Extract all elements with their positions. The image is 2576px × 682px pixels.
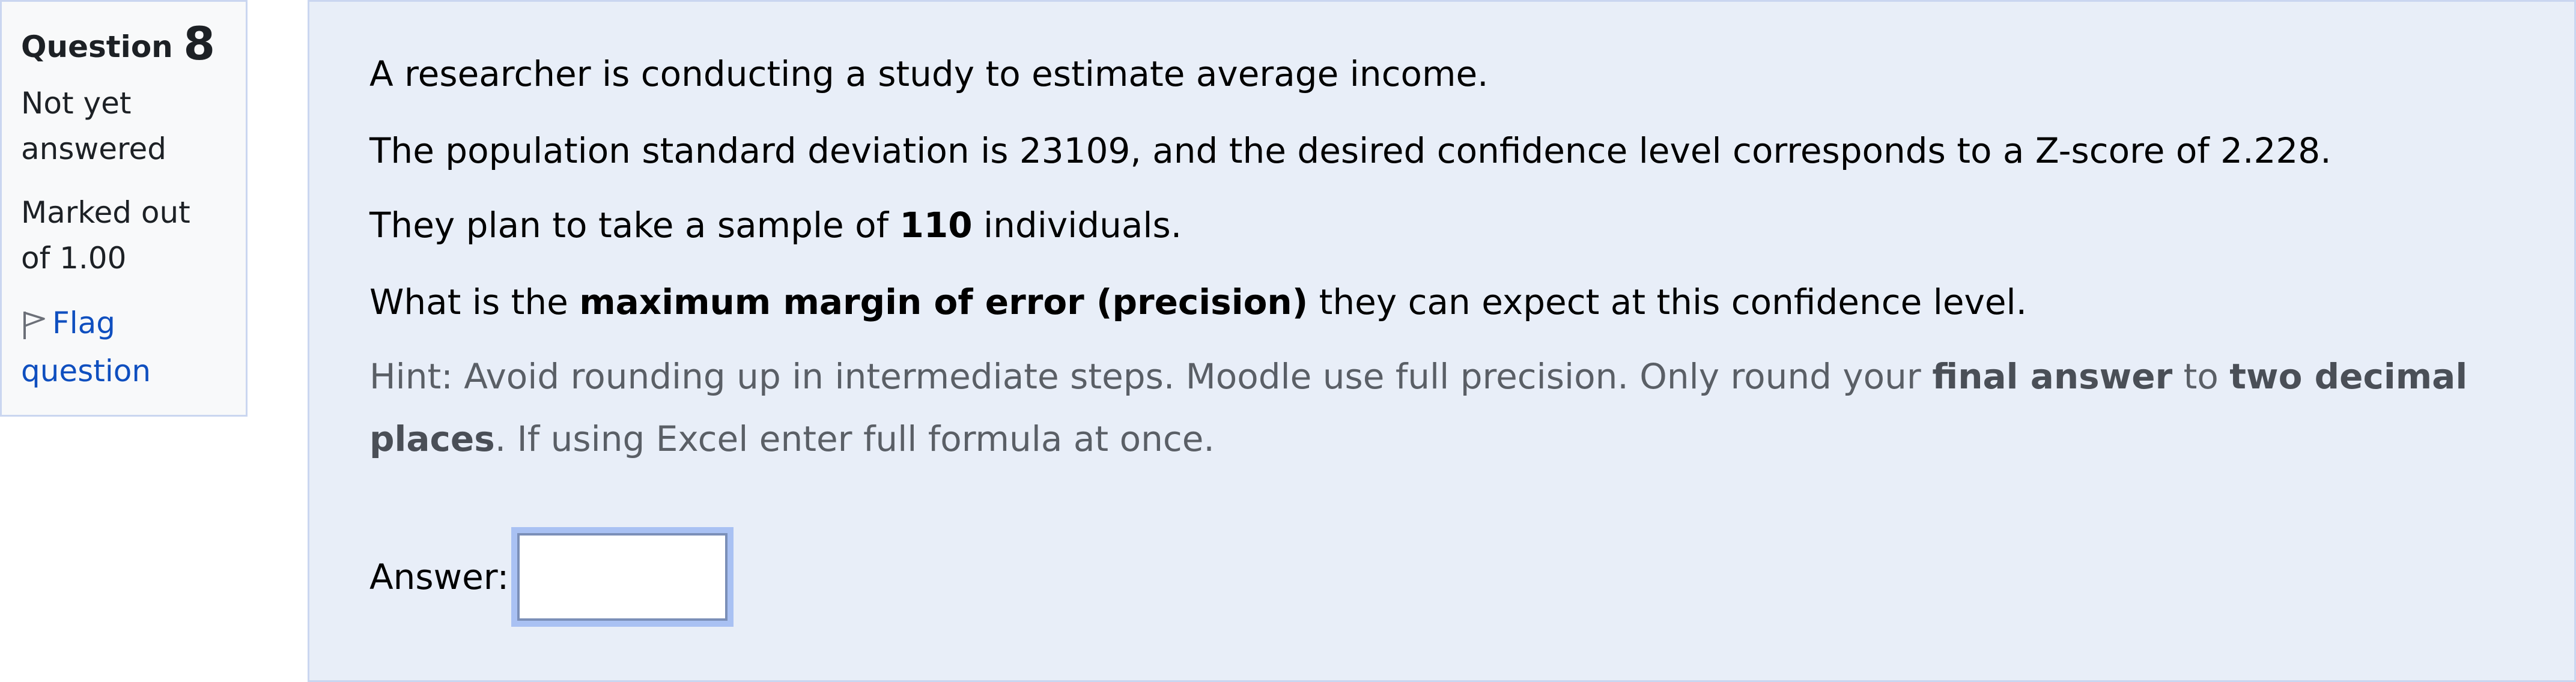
hint-mid: to <box>2172 356 2230 397</box>
ask-text-post: they can expect at this confidence level… <box>1308 282 2028 322</box>
question-grade: Marked out of 1.00 <box>21 195 190 276</box>
question-label: Question <box>21 29 173 64</box>
question-state: Not yet answered <box>21 86 166 166</box>
question-text-line-3: They plan to take a sample of 110 indivi… <box>369 195 2574 255</box>
hint-pre: Hint: Avoid rounding up in intermediate … <box>369 356 1933 397</box>
flag-question-link[interactable]: Flag question <box>21 299 226 395</box>
hint-bold-final-answer: final answer <box>1932 356 2173 397</box>
answer-label: Answer: <box>369 557 509 597</box>
flag-icon <box>23 312 45 339</box>
answer-row: Answer: <box>369 527 734 627</box>
hint-post: . If using Excel enter full formula at o… <box>494 418 1215 459</box>
answer-input[interactable] <box>511 527 734 627</box>
hint-text: Hint: Avoid rounding up in intermediate … <box>369 345 2508 470</box>
question-number: 8 <box>183 17 216 70</box>
question-content-panel: A researcher is conducting a study to es… <box>308 0 2576 682</box>
quiz-page: Question 8 Not yet answered Marked out o… <box>0 0 2576 682</box>
sample-text-post: individuals. <box>972 205 1182 246</box>
question-text-line-2: The population standard deviation is 231… <box>369 130 2331 171</box>
ask-text-pre: What is the <box>369 282 580 322</box>
sample-size: 110 <box>899 205 973 246</box>
sample-text-pre: They plan to take a sample of <box>369 205 900 246</box>
ask-text-bold: maximum margin of error (precision) <box>579 282 1308 322</box>
question-text-line-1: A researcher is conducting a study to es… <box>369 53 1489 94</box>
question-text-line-4: What is the maximum margin of error (pre… <box>369 272 2574 332</box>
question-info-panel: Question 8 Not yet answered Marked out o… <box>0 0 248 417</box>
question-number-heading: Question 8 <box>21 20 226 71</box>
